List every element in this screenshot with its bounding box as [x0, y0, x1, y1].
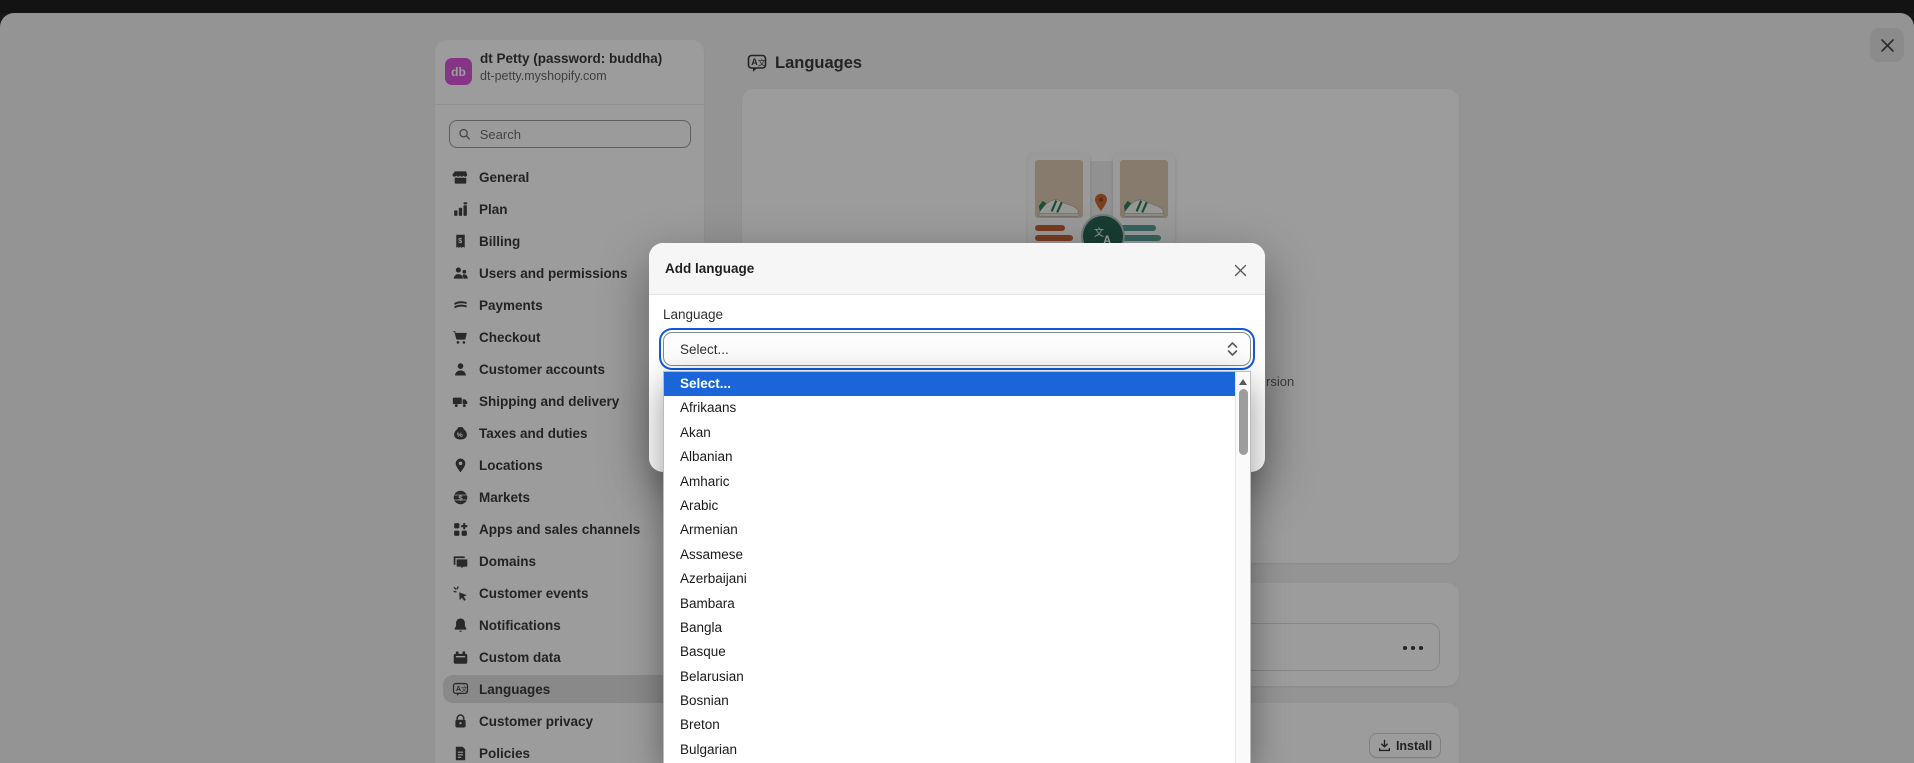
dropdown-scrollbar[interactable]	[1235, 372, 1250, 763]
dropdown-option[interactable]: Azerbaijani	[664, 567, 1250, 591]
dropdown-option[interactable]: Bosnian	[664, 689, 1250, 713]
dropdown-option[interactable]: Arabic	[664, 494, 1250, 518]
dropdown-option[interactable]: Amharic	[664, 470, 1250, 494]
dropdown-option[interactable]: Basque	[664, 640, 1250, 664]
screen: db dt Petty (password: buddha) dt-petty.…	[0, 0, 1914, 763]
language-select-value: Select...	[680, 341, 729, 357]
scrollbar-thumb[interactable]	[1239, 389, 1248, 455]
dropdown-option[interactable]: Belarusian	[664, 665, 1250, 689]
select-caret-icon	[1227, 342, 1238, 356]
language-dropdown: Select... Afrikaans Akan Albanian Amharic Ara…	[663, 371, 1251, 763]
dropdown-option[interactable]: Armenian	[664, 518, 1250, 542]
dropdown-option[interactable]: Breton	[664, 713, 1250, 737]
language-select[interactable]: Select...	[663, 332, 1251, 366]
scroll-up-arrow-icon[interactable]	[1239, 379, 1247, 385]
dropdown-option[interactable]: Akan	[664, 421, 1250, 445]
dropdown-option[interactable]: Albanian	[664, 445, 1250, 469]
modal-header: Add language	[649, 243, 1265, 295]
dropdown-option[interactable]: Afrikaans	[664, 396, 1250, 420]
close-icon	[1234, 264, 1246, 276]
dropdown-option[interactable]: Assamese	[664, 543, 1250, 567]
modal-close-button[interactable]	[1227, 257, 1253, 283]
language-dropdown-options: Select... Afrikaans Akan Albanian Amharic Ara…	[664, 372, 1250, 763]
dropdown-option[interactable]: Bulgarian	[664, 738, 1250, 762]
language-field-label: Language	[663, 307, 724, 322]
dropdown-option[interactable]: Bangla	[664, 616, 1250, 640]
dropdown-option[interactable]: Select...	[664, 372, 1250, 397]
dropdown-option[interactable]: Bambara	[664, 592, 1250, 616]
modal-title: Add language	[665, 261, 755, 276]
